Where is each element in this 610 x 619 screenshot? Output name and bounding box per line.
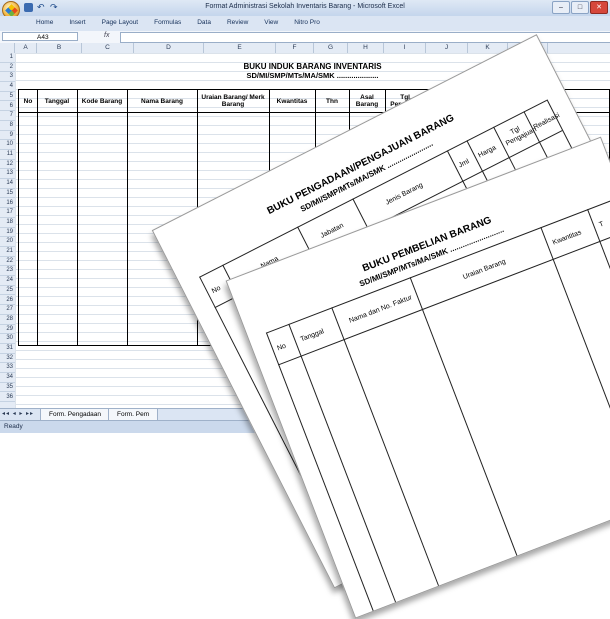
row-header[interactable]: 24 (0, 276, 15, 286)
row-header[interactable]: 25 (0, 286, 15, 296)
tab-home[interactable]: Home (36, 19, 53, 26)
row-header[interactable]: 1 (0, 53, 15, 63)
column-header[interactable]: E (204, 43, 276, 53)
fx-icon[interactable]: fx (104, 32, 109, 39)
pengadaan-col-jml: Jml (457, 158, 471, 170)
row-header[interactable]: 16 (0, 199, 15, 209)
row-header[interactable]: 29 (0, 325, 15, 335)
induk-header-cell: Tanggal (44, 97, 70, 105)
row-header[interactable]: 3 (0, 72, 15, 83)
row-header[interactable]: 36 (0, 393, 15, 403)
row-header[interactable]: 21 (0, 247, 15, 257)
row-header[interactable]: 2 (0, 63, 15, 73)
name-box[interactable]: A43 (2, 32, 78, 41)
row-header[interactable]: 6 (0, 102, 15, 112)
row-header[interactable]: 18 (0, 218, 15, 228)
row-header[interactable]: 5 (0, 92, 15, 102)
window-controls: – □ ✕ (552, 1, 608, 14)
column-header[interactable]: B (37, 43, 82, 53)
induk-column-line (77, 89, 78, 345)
row-header[interactable]: 35 (0, 383, 15, 393)
row-header[interactable]: 8 (0, 121, 15, 131)
row-header[interactable]: 15 (0, 189, 15, 199)
induk-header-cell: Kode Barang (81, 97, 123, 105)
column-header[interactable]: J (426, 43, 468, 53)
induk-header-cell: Nama Barang (141, 97, 183, 105)
column-header[interactable]: G (314, 43, 348, 53)
induk-column-line (127, 89, 128, 345)
ribbon: Home Insert Page Layout Formulas Data Re… (0, 16, 610, 32)
row-header[interactable]: 27 (0, 305, 15, 315)
row-header[interactable]: 14 (0, 179, 15, 189)
induk-header-cell: Asal Barang (355, 94, 379, 108)
row-header[interactable]: 31 (0, 344, 15, 354)
pembelian-col-t: T (598, 220, 605, 229)
pembelian-col-tanggal: Tanggal (299, 328, 326, 344)
sheet-nav-arrows[interactable]: ◂◂ ◂ ▸ ▸▸ (2, 410, 34, 417)
column-header[interactable]: I (384, 43, 426, 53)
row-header[interactable]: 23 (0, 266, 15, 277)
pengadaan-col-harga: Harga (477, 144, 498, 160)
row-header[interactable]: 13 (0, 169, 15, 180)
induk-column-line (37, 89, 38, 345)
pembelian-col-uraian: Uraian Barang (462, 258, 507, 282)
pembelian-col-faktur: Nama dan No. Faktur (348, 294, 414, 325)
row-header[interactable]: 32 (0, 354, 15, 364)
column-header[interactable]: F (276, 43, 314, 53)
column-header[interactable]: A (15, 43, 37, 53)
induk-header-cell: Thn (326, 97, 338, 105)
row-header[interactable]: 26 (0, 296, 15, 306)
status-text: Ready (4, 423, 23, 430)
column-header[interactable]: H (348, 43, 384, 53)
select-all-corner[interactable] (0, 43, 15, 53)
tab-nitro-pro[interactable]: Nitro Pro (294, 19, 320, 26)
row-header[interactable]: 17 (0, 208, 15, 218)
window-title: Format Administrasi Sekolah Inventaris B… (205, 3, 405, 10)
induk-header-cell: No (23, 97, 33, 105)
tab-data[interactable]: Data (197, 19, 211, 26)
row-header[interactable]: 9 (0, 131, 15, 141)
row-header[interactable]: 11 (0, 150, 15, 160)
row-header[interactable]: 30 (0, 334, 15, 344)
row-header[interactable]: 12 (0, 160, 15, 170)
row-header[interactable]: 19 (0, 228, 15, 238)
pengadaan-col-tgl: Tgl Pengajuan (504, 125, 538, 148)
column-header[interactable]: C (82, 43, 134, 53)
column-header[interactable]: D (134, 43, 204, 53)
row-header[interactable]: 33 (0, 363, 15, 374)
pengadaan-col-realisasi: Realisasi (532, 112, 561, 132)
row-header[interactable]: 22 (0, 257, 15, 267)
induk-header-cell: Uraian Barang/ Merk Barang (201, 94, 265, 108)
row-header[interactable]: 20 (0, 237, 15, 247)
tab-insert[interactable]: Insert (69, 19, 85, 26)
induk-header-cell: Kwantitas (276, 97, 308, 105)
row-header[interactable]: 10 (0, 140, 15, 150)
tab-formulas[interactable]: Formulas (154, 19, 181, 26)
maximize-button[interactable]: □ (571, 1, 589, 14)
pengadaan-col-no: No (210, 284, 222, 296)
ribbon-tabs: Home Insert Page Layout Formulas Data Re… (36, 19, 336, 26)
close-button[interactable]: ✕ (590, 1, 608, 14)
tab-page-layout[interactable]: Page Layout (102, 19, 139, 26)
row-header[interactable]: 7 (0, 111, 15, 121)
row-header[interactable]: 4 (0, 82, 15, 92)
minimize-button[interactable]: – (552, 1, 570, 14)
row-headers: 1 2 3 4 5 6 7 8 9 10 11 12 13 14 15 16 17 18 19 20 21 22 23 24 2… (0, 53, 16, 408)
pembelian-col-kwantitas: Kwantitas (551, 229, 583, 247)
row-header[interactable]: 28 (0, 315, 15, 325)
tab-review[interactable]: Review (227, 19, 248, 26)
pembelian-col-no: No (276, 342, 288, 353)
tab-view[interactable]: View (264, 19, 278, 26)
row-header[interactable]: 34 (0, 373, 15, 383)
title-bar: ↶ ↷ Format Administrasi Sekolah Inventar… (0, 0, 610, 19)
